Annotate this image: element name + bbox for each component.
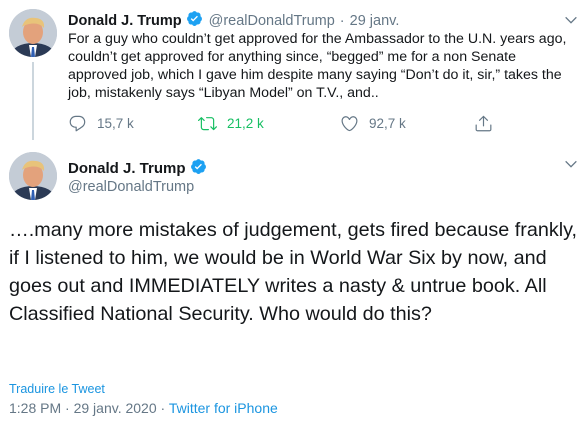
tweet-time[interactable]: 1:28 PM [9,400,61,416]
verified-badge-icon [186,10,203,31]
like-button[interactable]: 92,7 k [340,114,406,133]
retweet-count: 21,2 k [227,116,264,131]
reply-count: 15,7 k [97,116,134,131]
reply-icon [69,115,86,132]
separator: · [160,400,166,416]
display-name[interactable]: Donald J. Trump [68,13,182,29]
tweet-text: ….many more mistakes of judgement, gets … [9,219,578,325]
reply-button[interactable]: 15,7 k [68,114,134,133]
share-button[interactable] [474,114,503,133]
tweet1-header: Donald J. Trump @realDonaldTrump · 29 ja… [68,10,399,31]
chevron-down-icon[interactable] [563,12,579,28]
retweet-icon [198,117,217,131]
tweet-metadata: 1:28 PM · 29 janv. 2020 · Twitter for iP… [9,400,278,416]
display-name[interactable]: Donald J. Trump [68,160,186,177]
separator: · [65,400,70,416]
tweet2-header: Donald J. Trump [68,158,207,179]
tweet-full-date[interactable]: 29 janv. 2020 [74,400,157,416]
tweet-text: For a guy who couldn’t get approved for … [68,31,567,101]
separator: · [339,12,345,29]
avatar[interactable] [9,9,57,57]
heart-icon [341,116,358,132]
share-icon [475,115,492,132]
retweet-button[interactable]: 21,2 k [198,114,264,133]
thread-line [32,62,34,140]
like-count: 92,7 k [369,116,406,131]
translate-tweet-link[interactable]: Traduire le Tweet [9,382,105,396]
verified-badge-icon [190,158,207,179]
chevron-down-icon[interactable] [563,156,579,172]
avatar[interactable] [9,152,57,200]
tweet-date[interactable]: 29 janv. [350,13,400,29]
tweet-actions: 15,7 k 21,2 k 92,7 k [68,114,498,134]
handle[interactable]: @realDonaldTrump [209,13,335,29]
handle[interactable]: @realDonaldTrump [68,179,194,195]
tweet-source-link[interactable]: Twitter for iPhone [169,400,278,416]
